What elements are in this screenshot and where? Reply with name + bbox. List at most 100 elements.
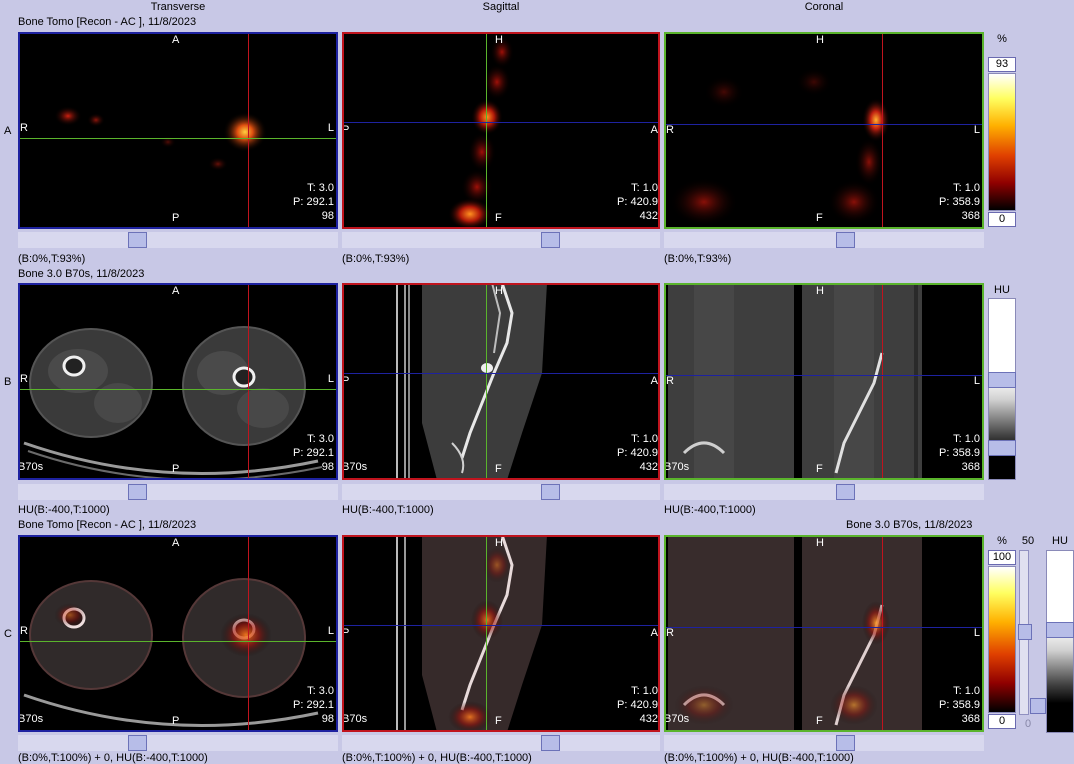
slice-thickness: T: 3.0	[307, 182, 334, 194]
ct-window-bottom-handle[interactable]	[988, 440, 1016, 456]
orient-bottom: F	[495, 463, 502, 475]
blend-ratio-label: 50	[1021, 535, 1035, 547]
slice-thickness: T: 1.0	[631, 433, 658, 445]
slice-slider-coronal[interactable]	[664, 484, 984, 500]
kernel-label: B70s	[18, 713, 44, 725]
slice-thickness: T: 3.0	[307, 433, 334, 445]
slider-thumb[interactable]	[836, 484, 855, 500]
colorbar-unit: %	[997, 535, 1007, 547]
ct-sagittal-viewport[interactable]: H F P A T: 1.0 P: 420.9 432 B70s	[342, 283, 660, 480]
slider-thumb[interactable]	[836, 735, 855, 751]
slice-number: 368	[961, 713, 980, 725]
slice-slider-sagittal[interactable]	[342, 232, 660, 248]
ct-window-top-handle[interactable]	[988, 372, 1016, 388]
row-a-label: A	[4, 125, 12, 137]
pet-coronal-viewport[interactable]: H F R L T: 1.0 P: 358.9 368	[664, 32, 984, 229]
kernel-label: B70s	[18, 461, 44, 473]
slice-position: P: 358.9	[939, 699, 980, 711]
colorbar-unit: %	[997, 33, 1007, 45]
slice-number: 368	[961, 461, 980, 473]
slice-slider-coronal[interactable]	[664, 735, 984, 751]
fused-transverse-image	[23, 578, 319, 727]
row-a-title: Bone Tomo [Recon - AC ], 11/8/2023	[18, 16, 197, 28]
slice-number: 98	[321, 461, 334, 473]
slider-thumb[interactable]	[128, 735, 147, 751]
orient-left: R	[20, 625, 28, 637]
window-level-transverse: (B:0%,T:93%)	[18, 253, 86, 265]
slice-slider-transverse[interactable]	[18, 484, 338, 500]
fused-transverse-viewport[interactable]: A P R L T: 3.0 P: 292.1 98 B70s	[18, 535, 338, 732]
pet-colorbar[interactable]	[988, 73, 1016, 211]
fused-sagittal-viewport[interactable]: H F P A T: 1.0 P: 420.9 432 B70s	[342, 535, 660, 732]
colorbar-bottom-value[interactable]: 0	[988, 714, 1016, 729]
pet-sagittal-image	[448, 36, 514, 229]
orient-bottom: F	[816, 212, 823, 224]
colorbar-top-value[interactable]: 100	[988, 550, 1016, 565]
orient-bottom: F	[816, 463, 823, 475]
row-c-title-right: Bone 3.0 B70s, 11/8/2023	[846, 519, 973, 531]
slice-thickness: T: 1.0	[953, 685, 980, 697]
orient-bottom: F	[495, 212, 502, 224]
blend-ratio-thumb[interactable]	[1018, 624, 1032, 640]
slice-position: P: 292.1	[293, 447, 334, 459]
slice-slider-sagittal[interactable]	[342, 484, 660, 500]
orient-top: H	[495, 34, 503, 46]
slice-number: 432	[639, 713, 658, 725]
orient-right: L	[973, 124, 980, 136]
orient-left: P	[342, 627, 350, 639]
colorbar-top-value[interactable]: 93	[988, 57, 1016, 72]
orient-right: A	[650, 124, 658, 136]
slice-thickness: T: 1.0	[631, 182, 658, 194]
orient-right: L	[327, 122, 334, 134]
ct-sagittal-image	[396, 283, 547, 480]
fused-coronal-viewport[interactable]: H F R L T: 1.0 P: 358.9 368 B70s	[664, 535, 984, 732]
slice-number: 98	[321, 210, 334, 222]
slice-position: P: 420.9	[617, 196, 658, 208]
slider-thumb[interactable]	[128, 484, 147, 500]
ct-coronal-image	[668, 283, 922, 480]
slider-thumb[interactable]	[541, 232, 560, 248]
slice-position: P: 292.1	[293, 699, 334, 711]
slice-number: 432	[639, 210, 658, 222]
slider-thumb[interactable]	[836, 232, 855, 248]
kernel-label: B70s	[664, 461, 690, 473]
slice-position: P: 292.1	[293, 196, 334, 208]
colorbar-bottom-value[interactable]: 0	[988, 212, 1016, 227]
slider-thumb[interactable]	[541, 735, 560, 751]
kernel-label: B70s	[664, 713, 690, 725]
ct-transverse-viewport[interactable]: A P R L T: 3.0 P: 292.1 98 B70s	[18, 283, 338, 480]
ct-transverse-image	[23, 326, 323, 480]
orient-left: R	[666, 627, 674, 639]
pet-transverse-viewport[interactable]: A P R L T: 3.0 P: 292.1 98	[18, 32, 338, 229]
slider-thumb[interactable]	[541, 484, 560, 500]
orient-left: P	[342, 124, 350, 136]
orient-top: A	[172, 537, 180, 549]
orient-right: L	[327, 625, 334, 637]
ct-window-top-handle[interactable]	[1046, 622, 1074, 638]
slice-thickness: T: 1.0	[953, 433, 980, 445]
slice-slider-sagittal[interactable]	[342, 735, 660, 751]
pet-sagittal-viewport[interactable]: H F P A T: 1.0 P: 420.9 432	[342, 32, 660, 229]
orient-bottom: F	[495, 715, 502, 727]
row-c-title: Bone Tomo [Recon - AC ], 11/8/2023	[18, 519, 197, 531]
orient-top: H	[816, 537, 824, 549]
ct-window-bottom-handle[interactable]	[1030, 698, 1046, 714]
fused-sagittal-image	[396, 535, 547, 732]
ct-colorbar[interactable]	[1046, 550, 1074, 733]
pet-coronal-image	[670, 68, 890, 226]
blend-ratio-slider[interactable]	[1018, 550, 1032, 715]
slice-slider-transverse[interactable]	[18, 735, 338, 751]
slice-slider-transverse[interactable]	[18, 232, 338, 248]
window-level-sagittal: HU(B:-400,T:1000)	[342, 504, 434, 516]
orient-top: H	[495, 537, 503, 549]
slice-slider-coronal[interactable]	[664, 232, 984, 248]
ct-bottom-value: 0	[1024, 718, 1032, 730]
pet-transverse-image	[54, 106, 267, 171]
ct-coronal-viewport[interactable]: H F R L T: 1.0 P: 358.9 368 B70s	[664, 283, 984, 480]
slice-position: P: 358.9	[939, 196, 980, 208]
orient-bottom: F	[816, 715, 823, 727]
window-level-sagittal: (B:0%,T:93%)	[342, 253, 410, 265]
slider-thumb[interactable]	[128, 232, 147, 248]
orient-right: L	[327, 373, 334, 385]
pet-colorbar[interactable]	[988, 566, 1016, 713]
